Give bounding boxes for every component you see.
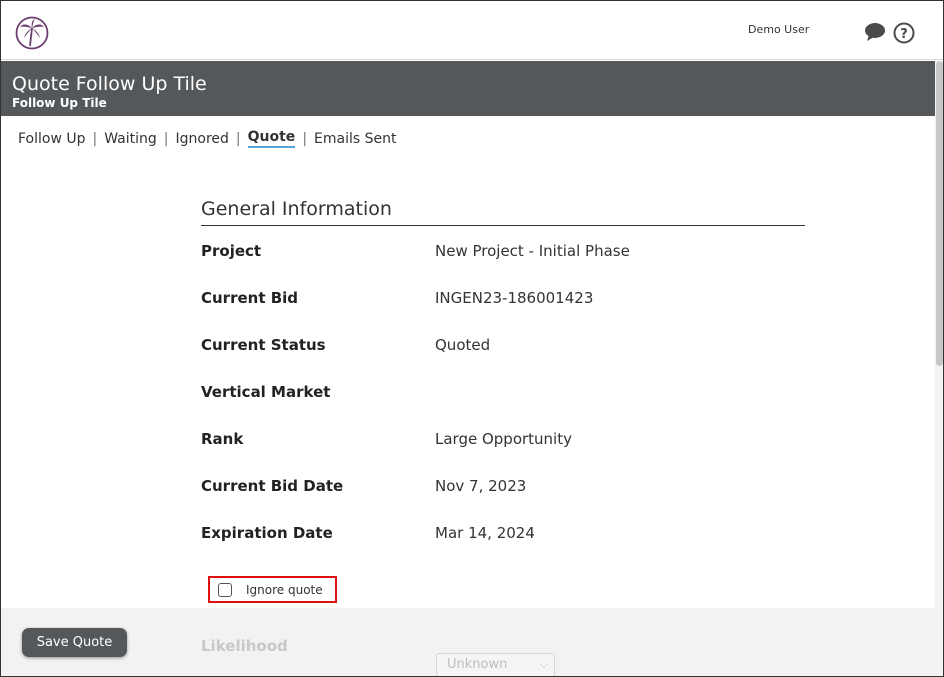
tab-bar: Follow Up | Waiting | Ignored | Quote | … <box>18 129 396 148</box>
likelihood-label: Likelihood <box>201 637 288 655</box>
info-row-current-bid: Current Bid INGEN23-186001423 <box>201 289 805 311</box>
tab-separator: | <box>92 130 98 147</box>
page-title: Quote Follow Up Tile <box>12 73 207 95</box>
tab-separator: | <box>235 130 241 147</box>
section-heading: General Information <box>201 198 805 226</box>
info-label: Vertical Market <box>201 383 331 401</box>
chevron-down-icon: ⌵ <box>539 658 548 671</box>
save-quote-button[interactable]: Save Quote <box>22 628 127 657</box>
info-label: Current Bid Date <box>201 477 344 495</box>
title-bar: Quote Follow Up Tile Follow Up Tile <box>1 61 935 116</box>
info-value: INGEN23-186001423 <box>435 289 594 307</box>
help-icon[interactable]: ? <box>893 22 915 44</box>
likelihood-select[interactable]: Unknown ⌵ <box>436 653 555 676</box>
top-bar: Demo User ? <box>1 1 943 60</box>
tab-separator: | <box>302 130 308 147</box>
info-row-rank: Rank Large Opportunity <box>201 430 805 452</box>
info-value: Large Opportunity <box>435 430 572 448</box>
scrollbar-thumb[interactable] <box>936 61 943 366</box>
info-value: Mar 14, 2024 <box>435 524 535 542</box>
info-value: Nov 7, 2023 <box>435 477 527 495</box>
ignore-quote-checkbox[interactable] <box>218 582 232 597</box>
tab-emails-sent[interactable]: Emails Sent <box>314 131 396 147</box>
info-row-current-status: Current Status Quoted <box>201 336 805 358</box>
info-label: Rank <box>201 430 244 448</box>
tab-waiting[interactable]: Waiting <box>104 131 157 147</box>
info-row-vertical-market: Vertical Market <box>201 383 805 405</box>
info-label: Current Status <box>201 336 326 354</box>
tab-separator: | <box>163 130 169 147</box>
ignore-quote-label[interactable]: Ignore quote <box>246 583 323 597</box>
info-label: Current Bid <box>201 289 299 307</box>
info-label: Project <box>201 242 262 260</box>
info-value: Quoted <box>435 336 491 354</box>
page-subtitle: Follow Up Tile <box>12 96 107 110</box>
tab-quote[interactable]: Quote <box>247 129 296 148</box>
svg-text:?: ? <box>900 27 908 42</box>
tab-follow-up[interactable]: Follow Up <box>18 131 86 147</box>
palm-logo-icon[interactable] <box>15 16 49 50</box>
info-row-expiration-date: Expiration Date Mar 14, 2024 <box>201 524 805 546</box>
likelihood-selected-value: Unknown <box>447 657 508 672</box>
chat-icon[interactable] <box>864 22 886 42</box>
info-row-project: Project New Project - Initial Phase <box>201 242 805 264</box>
user-name[interactable]: Demo User <box>748 23 809 36</box>
tab-ignored[interactable]: Ignored <box>176 131 229 147</box>
info-row-current-bid-date: Current Bid Date Nov 7, 2023 <box>201 477 805 499</box>
app-window: Demo User ? Quote Follow Up Tile Follow … <box>0 0 944 677</box>
ignore-quote-toggle[interactable]: Ignore quote <box>208 576 337 603</box>
info-label: Expiration Date <box>201 524 333 542</box>
info-value: New Project - Initial Phase <box>435 242 630 260</box>
